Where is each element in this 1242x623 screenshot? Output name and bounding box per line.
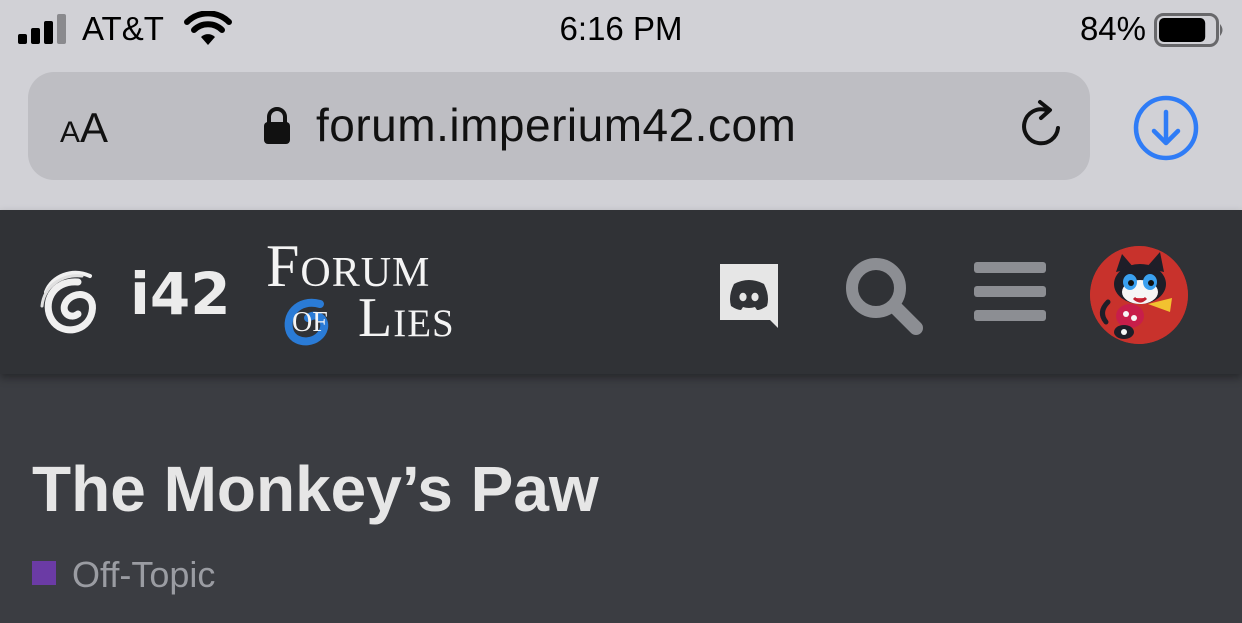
forum-of-lies-logo[interactable]: Forum of Lies <box>262 232 502 352</box>
cat-avatar-image <box>1090 246 1188 344</box>
logo-lies-text: Lies <box>358 287 455 349</box>
user-avatar[interactable] <box>1090 246 1188 344</box>
url-text[interactable]: forum.imperium42.com <box>316 98 796 152</box>
search-icon[interactable] <box>842 254 926 338</box>
category-color-swatch <box>32 561 56 585</box>
hamburger-menu-icon[interactable] <box>974 260 1046 324</box>
download-icon[interactable] <box>1132 94 1200 162</box>
i42-swirl-icon <box>40 270 96 334</box>
clock: 6:16 PM <box>559 10 683 47</box>
topic-title: The Monkey’s Paw <box>32 453 599 525</box>
battery-icon <box>1154 13 1223 47</box>
i42-logo-text: i42 <box>130 260 231 328</box>
text-size-button[interactable]: AA <box>60 104 108 152</box>
battery-percent: 84% <box>1079 10 1146 47</box>
category-label: Off-Topic <box>72 554 216 595</box>
reload-icon[interactable] <box>1014 98 1070 154</box>
status-bar: AT&T 6:16 PM 84% <box>0 0 1242 60</box>
lock-icon <box>264 107 290 144</box>
site-header: i42 Forum of Lies <box>0 210 1242 374</box>
logo-of-text: of <box>292 295 328 340</box>
browser-chrome: AT&T 6:16 PM 84% AA forum.imperium42.com <box>0 0 1242 210</box>
address-bar[interactable]: AA forum.imperium42.com <box>28 72 1090 180</box>
i42-logo[interactable]: i42 <box>38 258 231 344</box>
discord-icon[interactable] <box>716 262 782 330</box>
